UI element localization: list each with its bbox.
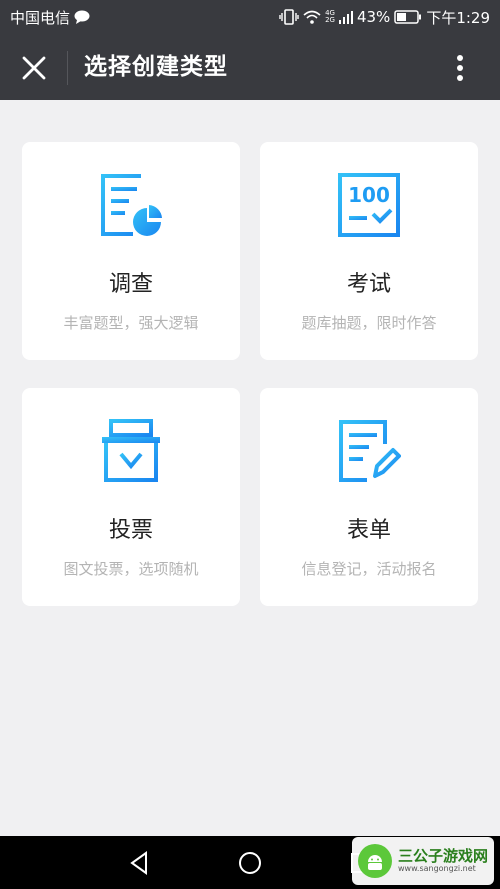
title-bar: 选择创建类型 bbox=[0, 34, 500, 100]
close-button[interactable] bbox=[14, 48, 54, 88]
card-exam[interactable]: 100 考试 题库抽题，限时作答 bbox=[260, 142, 478, 360]
back-triangle-icon[interactable] bbox=[126, 849, 154, 877]
card-title: 调查 bbox=[108, 272, 153, 297]
exam-icon: 100 bbox=[338, 173, 400, 237]
card-description: 丰富题型，强大逻辑 bbox=[63, 314, 199, 332]
title-divider bbox=[67, 51, 68, 85]
status-right: 4G 2G 43% 下午1:29 bbox=[279, 7, 490, 28]
close-icon bbox=[22, 56, 46, 80]
status-bar: 中国电信 4G 2G 43% 下午1:29 bbox=[0, 0, 500, 34]
vote-icon bbox=[102, 419, 160, 482]
home-circle-icon[interactable] bbox=[236, 849, 264, 877]
battery-icon bbox=[394, 10, 422, 24]
wifi-icon bbox=[303, 10, 321, 24]
watermark-url: www.sangongzi.net bbox=[398, 863, 476, 873]
card-description: 图文投票，选项随机 bbox=[63, 560, 199, 578]
android-robot-icon bbox=[368, 855, 382, 870]
more-options-button[interactable] bbox=[440, 48, 480, 88]
card-title: 考试 bbox=[346, 272, 391, 297]
card-title: 投票 bbox=[108, 518, 153, 543]
card-survey[interactable]: 调查 丰富题型，强大逻辑 bbox=[22, 142, 240, 360]
watermark-name: 三公子游戏网 bbox=[398, 847, 489, 866]
clock: 下午1:29 bbox=[426, 8, 490, 27]
page-title: 选择创建类型 bbox=[84, 54, 228, 80]
form-icon bbox=[339, 420, 401, 482]
watermark: 三公子游戏网 www.sangongzi.net bbox=[352, 837, 494, 885]
carrier-label: 中国电信 bbox=[10, 8, 71, 27]
battery-percent: 43% bbox=[356, 8, 391, 26]
network-type-bottom: 2G bbox=[325, 16, 335, 24]
more-vertical-icon bbox=[457, 55, 463, 81]
survey-icon bbox=[101, 174, 162, 236]
signal-icon bbox=[338, 11, 353, 24]
card-form[interactable]: 表单 信息登记，活动报名 bbox=[260, 388, 478, 606]
svg-text:100: 100 bbox=[348, 183, 390, 207]
card-description: 题库抽题，限时作答 bbox=[301, 314, 437, 332]
card-description: 信息登记，活动报名 bbox=[301, 560, 437, 578]
navigation-bar: 三公子游戏网 www.sangongzi.net bbox=[0, 836, 500, 889]
card-title: 表单 bbox=[346, 518, 391, 543]
vibrate-icon bbox=[279, 9, 299, 25]
card-vote[interactable]: 投票 图文投票，选项随机 bbox=[22, 388, 240, 606]
status-left: 中国电信 bbox=[10, 7, 90, 28]
watermark-logo bbox=[358, 844, 392, 878]
network-type: 4G 2G bbox=[325, 10, 335, 24]
chat-bubble-icon bbox=[74, 10, 90, 24]
watermark-text: 三公子游戏网 www.sangongzi.net bbox=[398, 848, 488, 873]
